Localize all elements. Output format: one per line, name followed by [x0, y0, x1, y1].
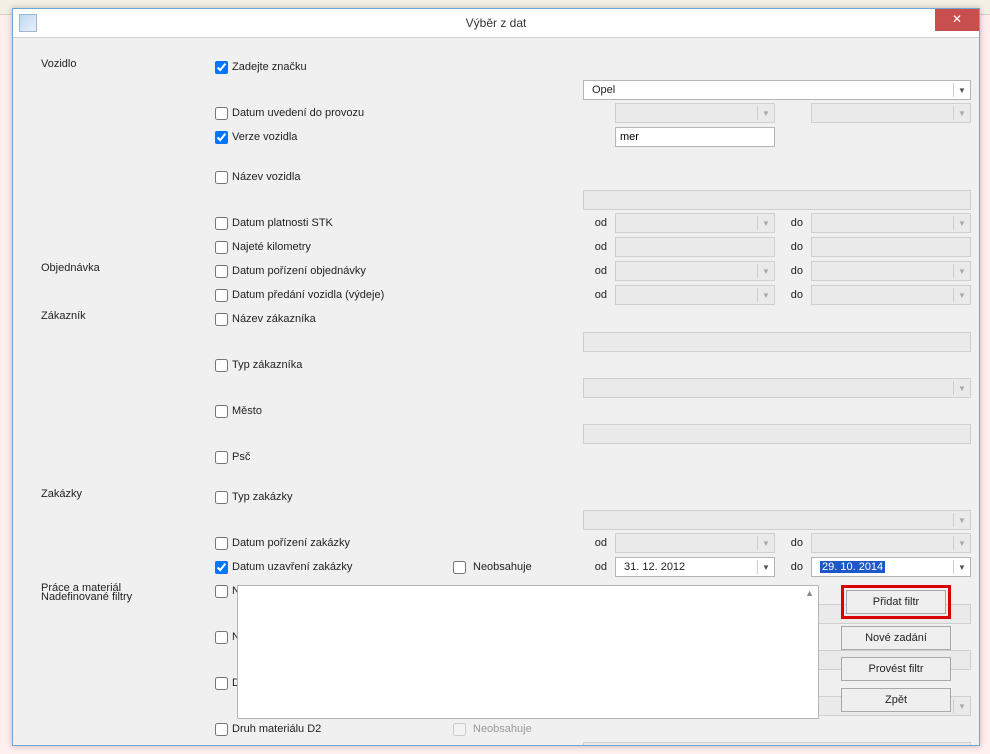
chk-znacka[interactable]	[215, 61, 228, 74]
btn-back[interactable]: Zpět	[841, 688, 951, 712]
section-objednavka: Objednávka	[41, 260, 211, 274]
chk-zak-typ[interactable]	[215, 359, 228, 372]
filters-textarea[interactable]: ▲	[237, 585, 819, 719]
filters-area: Nadefinované filtry ▲ Přidat filtr Nové …	[41, 585, 951, 735]
combo-zak-typ: ▼	[583, 378, 971, 398]
chk-verze[interactable]	[215, 131, 228, 144]
combo-zk-typ: ▼	[583, 510, 971, 530]
input-zak-nazev	[583, 332, 971, 352]
window-title: Výběr z dat	[13, 16, 979, 30]
chk-zk-porizeni[interactable]	[215, 537, 228, 550]
scroll-up-icon: ▲	[805, 588, 814, 598]
titlebar: Výběr z dat ✕	[13, 9, 979, 38]
combo-druh-d2: ▼	[583, 742, 971, 745]
chevron-down-icon: ▼	[953, 560, 970, 574]
input-verze[interactable]	[615, 127, 775, 147]
app-icon	[19, 14, 37, 32]
chk-zak-nazev[interactable]	[215, 313, 228, 326]
dialog-body: Vozidlo Zadejte značku Opel ▼ Datum uved…	[13, 38, 979, 745]
input-km-do	[811, 237, 971, 257]
highlight-add-filter: Přidat filtr	[841, 585, 951, 619]
chk-stk[interactable]	[215, 217, 228, 230]
btn-run[interactable]: Provést filtr	[841, 657, 951, 681]
combo-obj-predani-od: ▼	[615, 285, 775, 305]
section-zakaznik: Zákazník	[41, 308, 211, 322]
lbl-provoz: Datum uvedení do provozu	[232, 107, 364, 119]
lbl-od: od	[583, 217, 611, 229]
input-km-od	[615, 237, 775, 257]
section-vozidlo: Vozidlo	[41, 56, 211, 70]
chk-obj-predani[interactable]	[215, 289, 228, 302]
combo-zk-uzavreni-do[interactable]: 29. 10. 2014 ▼	[811, 557, 971, 577]
dialog-window: Výběr z dat ✕ Vozidlo Zadejte značku Ope…	[12, 8, 980, 746]
chk-zak-mesto[interactable]	[215, 405, 228, 418]
button-column: Přidat filtr Nové zadání Provést filtr Z…	[841, 585, 951, 712]
lbl-nazev-vozidla: Název vozidla	[232, 171, 300, 183]
lbl-verze: Verze vozidla	[232, 131, 297, 143]
combo-zk-uzavreni-od[interactable]: 31. 12. 2012 ▼	[615, 557, 775, 577]
chk-nazev-vozidla[interactable]	[215, 171, 228, 184]
chevron-down-icon: ▼	[953, 83, 970, 97]
input-zak-mesto	[583, 424, 971, 444]
input-nazev-vozidla	[583, 190, 971, 210]
combo-obj-porizeni-od: ▼	[615, 261, 775, 281]
chk-obj-porizeni[interactable]	[215, 265, 228, 278]
lbl-do: do	[779, 217, 807, 229]
chk-provoz[interactable]	[215, 107, 228, 120]
combo-provoz-od: ▼	[615, 103, 775, 123]
combo-zk-porizeni-od: ▼	[615, 533, 775, 553]
combo-stk-do: ▼	[811, 213, 971, 233]
chk-zak-psc[interactable]	[215, 451, 228, 464]
combo-znacka[interactable]: Opel ▼	[583, 80, 971, 100]
combo-obj-porizeni-do: ▼	[811, 261, 971, 281]
btn-new[interactable]: Nové zadání	[841, 626, 951, 650]
lbl-km: Najeté kilometry	[232, 241, 311, 253]
chevron-down-icon: ▼	[757, 560, 774, 574]
combo-obj-predani-do: ▼	[811, 285, 971, 305]
chk-zk-neobsahuje[interactable]	[453, 561, 466, 574]
lbl-stk: Datum platnosti STK	[232, 217, 333, 229]
chk-zk-uzavreni[interactable]	[215, 561, 228, 574]
close-button[interactable]: ✕	[935, 9, 979, 31]
chk-zk-typ[interactable]	[215, 491, 228, 504]
section-zakazky: Zakázky	[41, 486, 211, 500]
btn-add-filter[interactable]: Přidat filtr	[846, 590, 946, 614]
lbl-znacka: Zadejte značku	[232, 61, 307, 73]
filters-label: Nadefinované filtry	[41, 591, 132, 603]
chk-km[interactable]	[215, 241, 228, 254]
combo-stk-od: ▼	[615, 213, 775, 233]
combo-provoz-do: ▼	[811, 103, 971, 123]
combo-zk-porizeni-do: ▼	[811, 533, 971, 553]
